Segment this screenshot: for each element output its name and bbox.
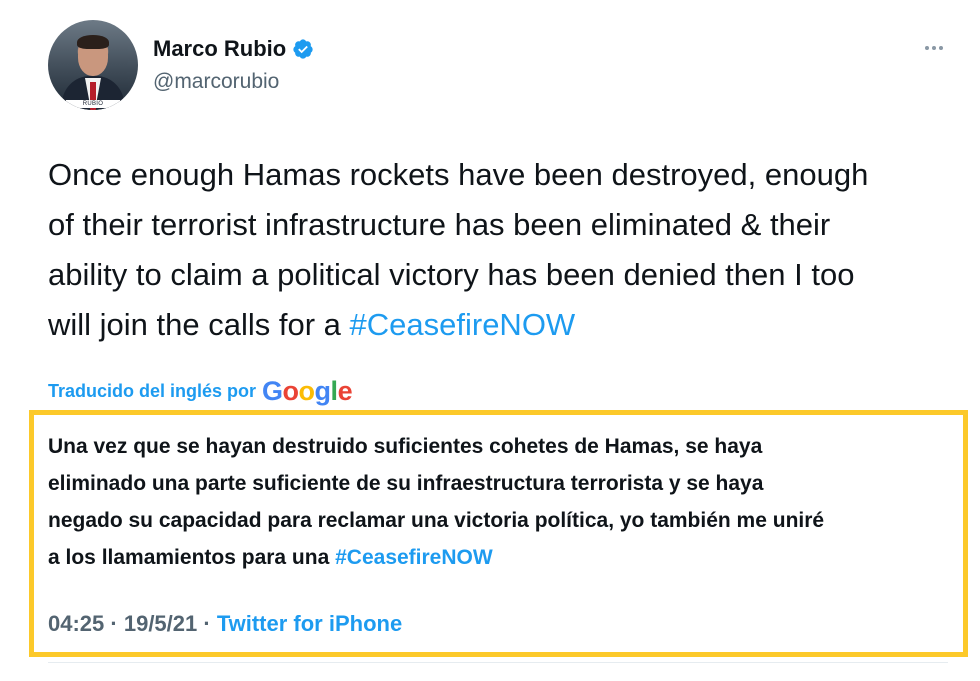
tweet-line: Once enough Hamas rockets have been dest…: [48, 157, 869, 192]
tweet-line: ability to claim a political victory has…: [48, 257, 855, 292]
translation-text: Una vez que se hayan destruido suficient…: [48, 428, 948, 576]
tweet-source[interactable]: Twitter for iPhone: [217, 611, 402, 636]
translation-hashtag-link[interactable]: #CeasefireNOW: [335, 546, 493, 569]
divider: [48, 662, 948, 663]
verified-badge-icon: [292, 38, 314, 60]
tweet-date[interactable]: 19/5/21: [124, 611, 197, 636]
avatar-banner: RUBIO: [66, 100, 120, 108]
translation-line: negado su capacidad para reclamar una vi…: [48, 509, 825, 532]
user-handle[interactable]: @marcorubio: [153, 70, 279, 94]
translation-line: Una vez que se hayan destruido suficient…: [48, 435, 763, 458]
more-options-icon[interactable]: [922, 36, 946, 60]
hashtag-link[interactable]: #CeasefireNOW: [350, 307, 576, 342]
tweet-text: Once enough Hamas rockets have been dest…: [48, 150, 958, 350]
translation-attribution-label[interactable]: Traducido del inglés por: [48, 381, 256, 402]
translation-attribution[interactable]: Traducido del inglés por Google: [48, 376, 353, 407]
translation-line: a los llamamientos para una: [48, 546, 336, 569]
author-name-row[interactable]: Marco Rubio: [153, 36, 314, 62]
tweet-time[interactable]: 04:25: [48, 611, 104, 636]
translation-line: eliminado una parte suficiente de su inf…: [48, 472, 764, 495]
meta-separator: ·: [197, 611, 217, 636]
google-logo: Google: [262, 376, 353, 406]
meta-separator: ·: [104, 611, 124, 636]
avatar[interactable]: RUBIO: [48, 20, 138, 110]
display-name[interactable]: Marco Rubio: [153, 36, 286, 62]
tweet-line: will join the calls for a: [48, 307, 350, 342]
tweet-line: of their terrorist infrastructure has be…: [48, 207, 831, 242]
tweet-meta: 04:25 · 19/5/21 · Twitter for iPhone: [48, 611, 402, 637]
